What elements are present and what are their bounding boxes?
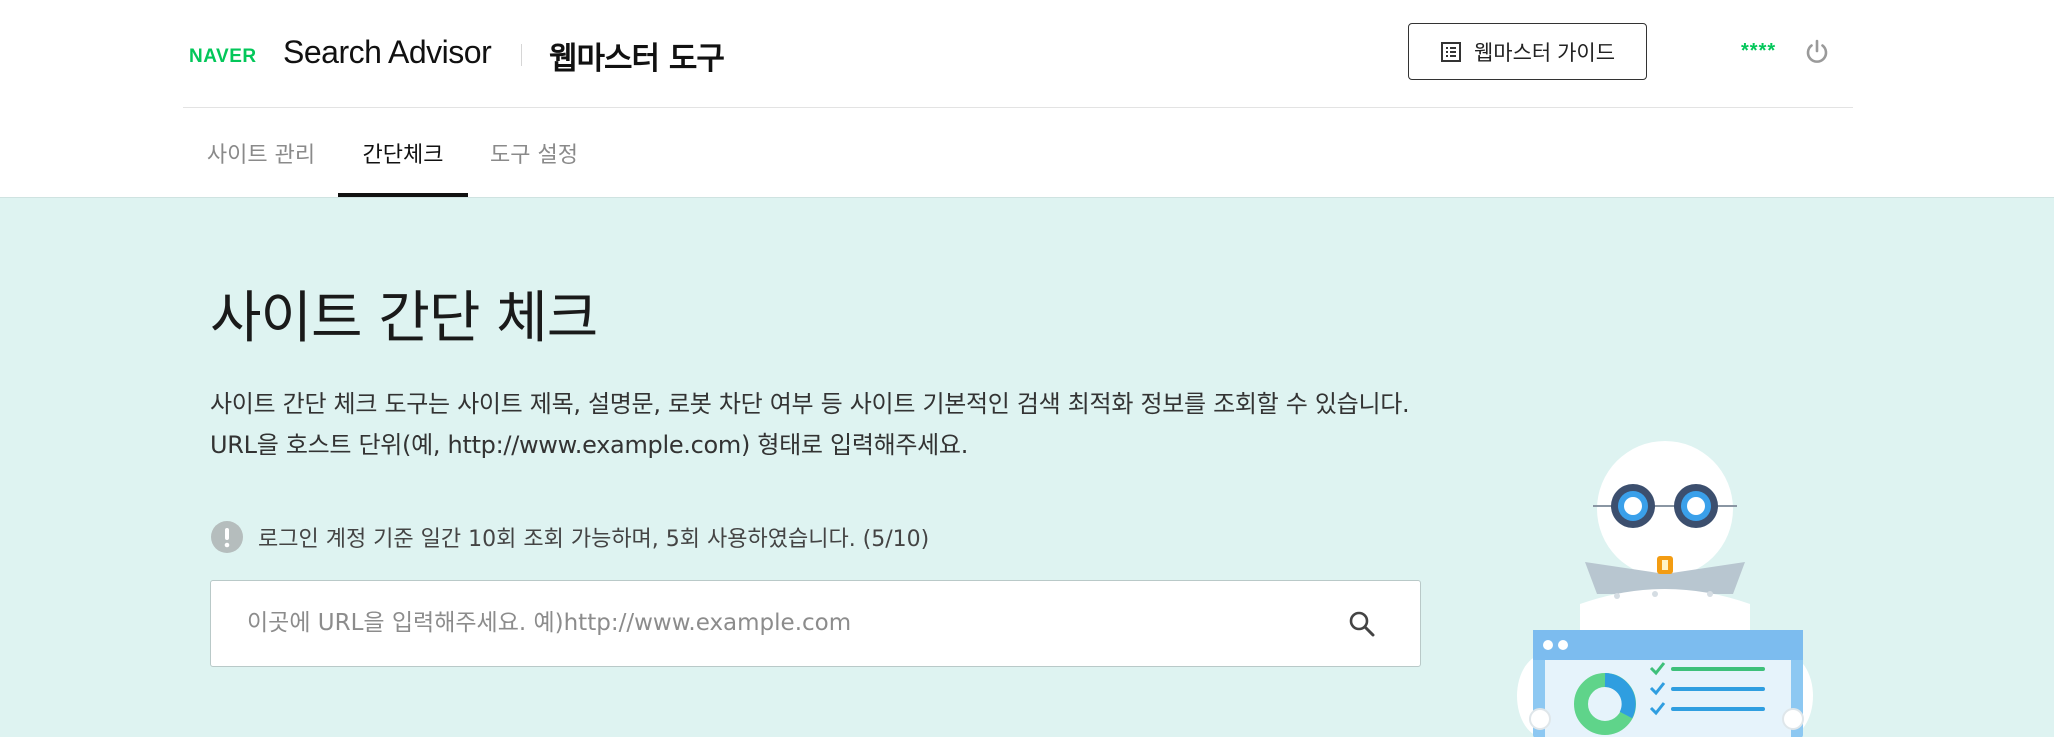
power-icon[interactable] <box>1803 38 1831 66</box>
webmaster-guide-label: 웹마스터 가이드 <box>1473 41 1616 65</box>
usage-notice: 로그인 계정 기준 일간 10회 조회 가능하며, 5회 사용하였습니다. (5… <box>210 520 929 554</box>
description-line-2: URL을 호스트 단위(예, http://www.example.com) 형… <box>210 431 969 459</box>
main-tabs: 사이트 관리 간단체크 도구 설정 <box>183 108 1853 197</box>
url-input[interactable] <box>247 581 1327 665</box>
guide-book-icon <box>1440 41 1461 62</box>
search-advisor-logo[interactable]: Search Advisor <box>283 34 492 71</box>
user-id[interactable]: **** <box>1741 40 1776 63</box>
usage-notice-text: 로그인 계정 기준 일간 10회 조회 가능하며, 5회 사용하였습니다. (5… <box>258 527 930 552</box>
page-title: 사이트 간단 체크 <box>210 286 598 351</box>
top-header: NAVER Search Advisor 웹마스터 도구 웹마스터 가이드 **… <box>0 0 2054 108</box>
header-bar: NAVER Search Advisor 웹마스터 도구 웹마스터 가이드 **… <box>183 0 1853 108</box>
info-exclamation-icon <box>211 521 243 553</box>
search-icon[interactable] <box>1347 609 1377 639</box>
tab-tool-settings[interactable]: 도구 설정 <box>475 108 593 197</box>
webmaster-guide-button[interactable]: 웹마스터 가이드 <box>1408 23 1647 80</box>
description: 사이트 간단 체크 도구는 사이트 제목, 설명문, 로봇 차단 여부 등 사이… <box>210 384 1410 466</box>
tool-title[interactable]: 웹마스터 도구 <box>549 33 725 78</box>
tab-site-management[interactable]: 사이트 관리 <box>183 108 339 197</box>
title-divider <box>521 44 522 66</box>
description-line-1: 사이트 간단 체크 도구는 사이트 제목, 설명문, 로봇 차단 여부 등 사이… <box>210 390 1410 418</box>
url-search-box <box>210 580 1421 667</box>
naver-logo[interactable]: NAVER <box>189 46 257 68</box>
robot-illustration <box>1517 441 1813 737</box>
simple-check-section: 사이트 간단 체크 사이트 간단 체크 도구는 사이트 제목, 설명문, 로봇 … <box>0 197 2054 737</box>
tab-simple-check[interactable]: 간단체크 <box>338 108 468 197</box>
